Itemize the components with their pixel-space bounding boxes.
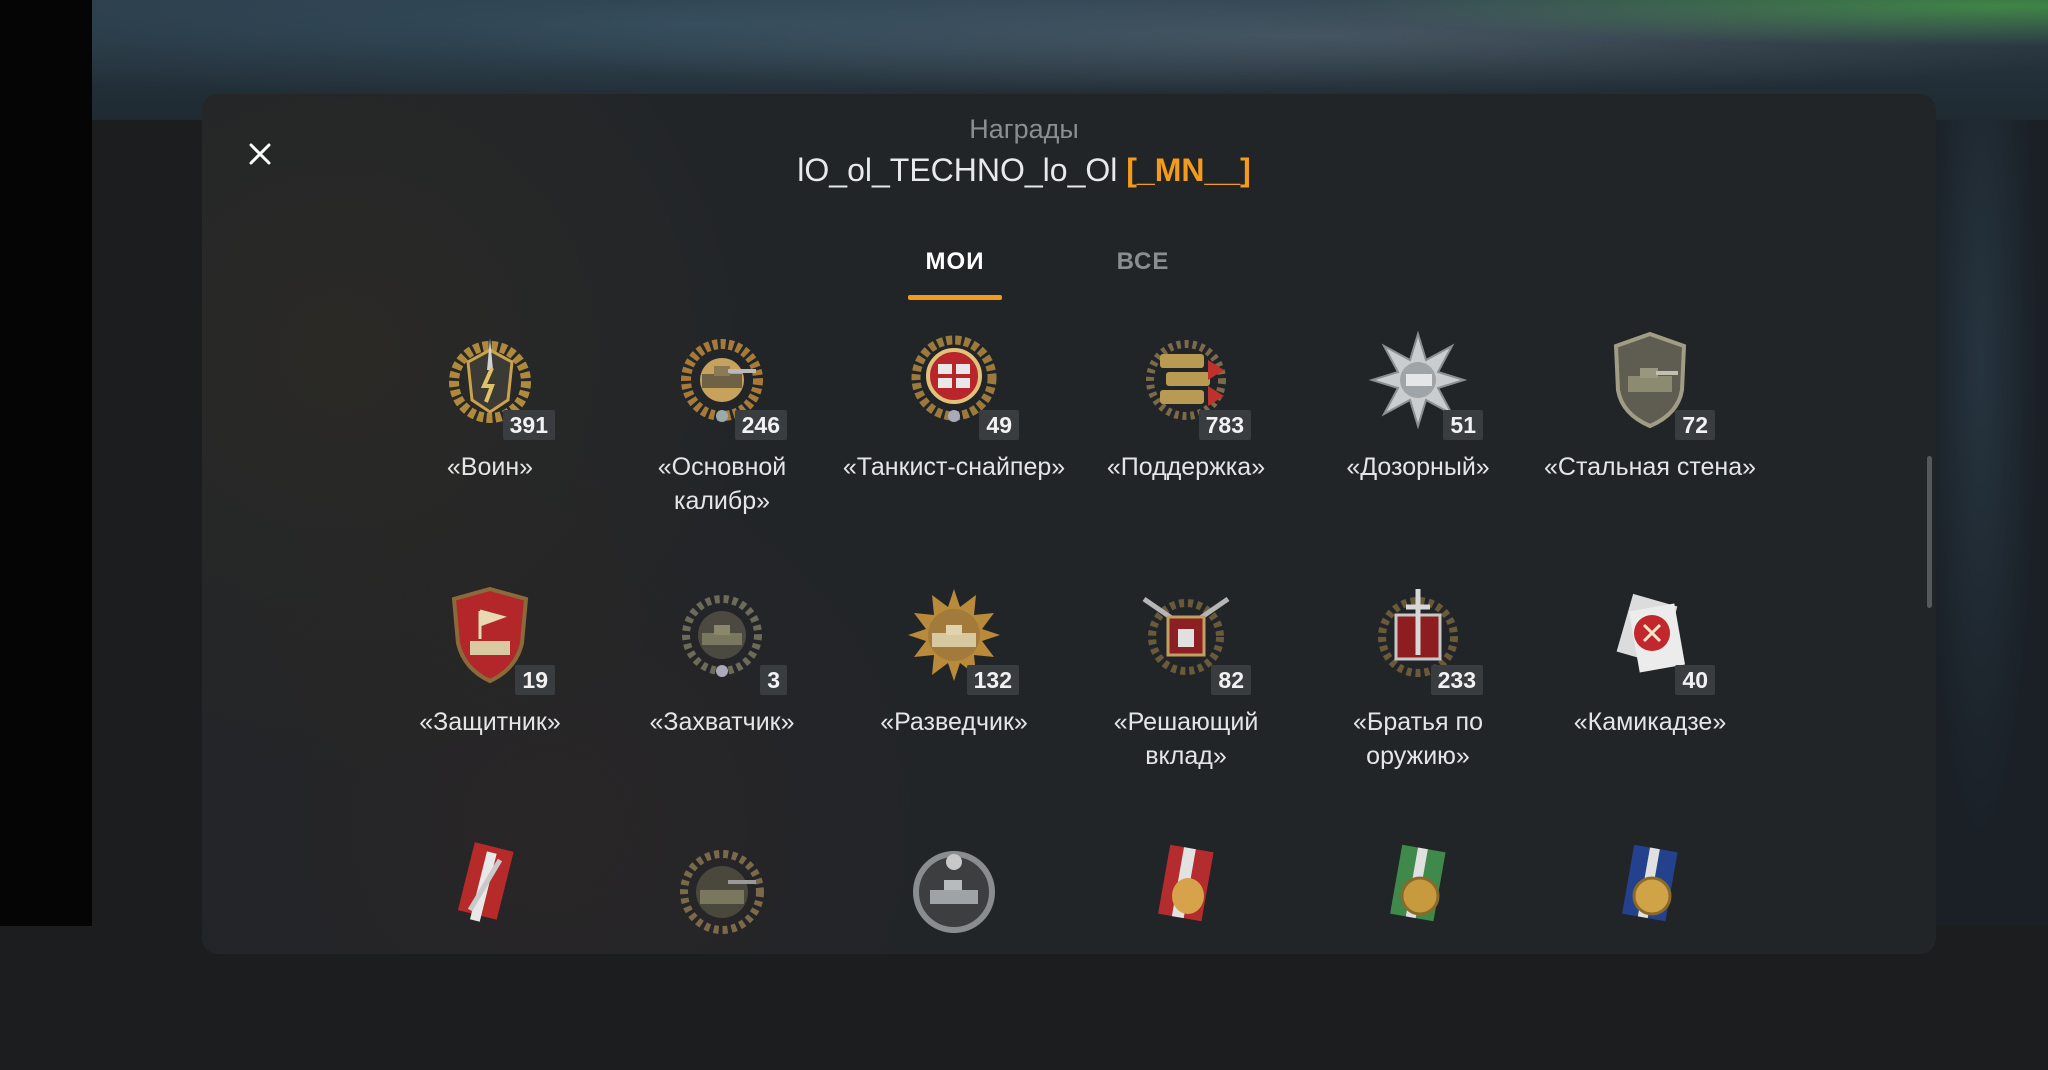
medal-count: 783: [1198, 410, 1251, 440]
medal-label: «Воин»: [446, 453, 534, 481]
medal-label: «Танкист-снайпер»: [842, 453, 1066, 481]
medal-item[interactable]: 783 «Поддержка»: [1071, 330, 1301, 560]
medal-count: 3: [760, 665, 787, 695]
tab-my-label: МОИ: [925, 248, 985, 275]
page-title: Награды: [969, 114, 1079, 144]
medal-label: «Поддержка»: [1106, 453, 1266, 481]
medal-count: 132: [966, 665, 1019, 695]
medal-item[interactable]: [375, 840, 605, 1070]
green-ribbon-medal-icon: [1368, 840, 1468, 940]
medal-label: «Стальная стена»: [1543, 453, 1757, 481]
medal-label: «Основной калибр»: [657, 453, 787, 515]
medal-label: «Решающий вклад»: [1113, 708, 1259, 770]
medal-count: 49: [979, 410, 1019, 440]
medal-item[interactable]: 51 «Дозорный»: [1303, 330, 1533, 560]
medal-label: «Разведчик»: [880, 708, 1028, 736]
medal-label: «Защитник»: [419, 708, 561, 736]
medal-item[interactable]: 40 «Камикадзе»: [1535, 585, 1765, 815]
tab-my[interactable]: МОИ: [908, 248, 1002, 300]
player-name: lO_ol_TECHNO_lo_Ol: [797, 152, 1118, 188]
medal-item[interactable]: [839, 840, 1069, 1070]
tab-all-label: ВСЕ: [1116, 248, 1170, 275]
medal-item[interactable]: 233 «Братья по оружию»: [1303, 585, 1533, 815]
silver-tank-medal-icon: [904, 840, 1004, 940]
medal-label: «Братья по оружию»: [1353, 708, 1483, 770]
medal-label: «Захватчик»: [649, 708, 795, 736]
medal-count: 233: [1430, 665, 1483, 695]
medal-item[interactable]: [607, 840, 837, 1070]
scrollbar[interactable]: [1927, 456, 1932, 608]
blue-ribbon-medal-icon: [1600, 840, 1700, 940]
medal-label: «Камикадзе»: [1573, 708, 1727, 736]
medal-item[interactable]: 246 «Основной калибр»: [607, 330, 837, 560]
medal-count: 246: [734, 410, 787, 440]
medal-item[interactable]: 132 «Разведчик»: [839, 585, 1069, 815]
player-name-line: lO_ol_TECHNO_lo_Ol [_MN__]: [0, 152, 2048, 189]
medal-count: 51: [1443, 410, 1483, 440]
medal-item[interactable]: [1303, 840, 1533, 1070]
clan-tag: [_MN__]: [1126, 152, 1251, 188]
medal-item[interactable]: 72 «Стальная стена»: [1535, 330, 1765, 560]
medal-item[interactable]: 82 «Решающий вклад»: [1071, 585, 1301, 815]
medal-count: 82: [1211, 665, 1251, 695]
medal-item[interactable]: [1535, 840, 1765, 1070]
red-ribbon-medal-icon: [440, 840, 540, 940]
invader-medal-icon: [672, 585, 772, 685]
medal-item[interactable]: 19 «Защитник»: [375, 585, 605, 815]
tab-all[interactable]: ВСЕ: [1096, 248, 1190, 300]
medal-item[interactable]: 391 «Воин»: [375, 330, 605, 560]
medal-count: 391: [502, 410, 555, 440]
tank-wreath-medal-icon: [672, 840, 772, 940]
background-right: [1936, 120, 2048, 926]
medal-item[interactable]: 49 «Танкист-снайпер»: [839, 330, 1069, 560]
medal-label: «Дозорный»: [1346, 453, 1490, 481]
medal-item[interactable]: [1071, 840, 1301, 1070]
tiger-ribbon-medal-icon: [1136, 840, 1236, 940]
medal-count: 72: [1675, 410, 1715, 440]
medal-count: 19: [515, 665, 555, 695]
medal-count: 40: [1675, 665, 1715, 695]
tab-active-indicator: [908, 295, 1002, 300]
medal-item[interactable]: 3 «Захватчик»: [607, 585, 837, 815]
